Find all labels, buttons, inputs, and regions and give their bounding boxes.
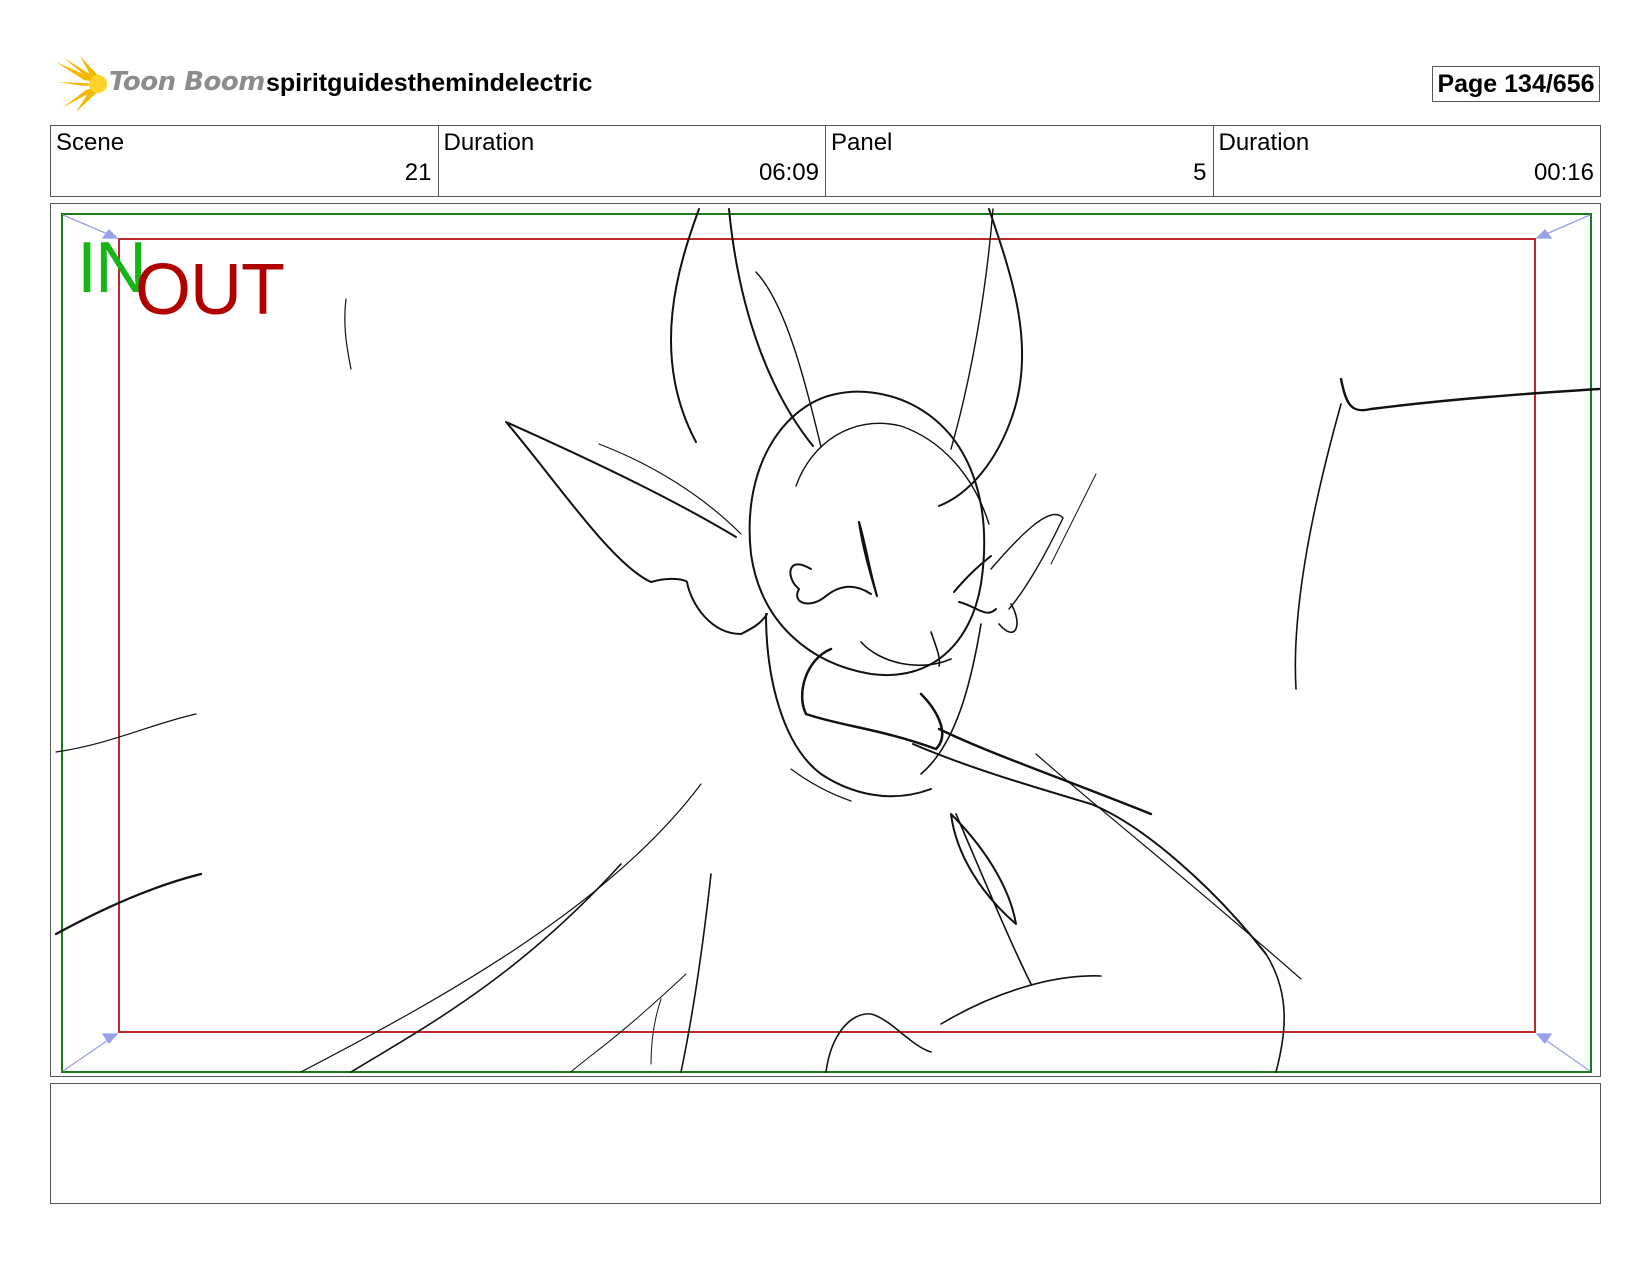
scene-cell: Scene 21 bbox=[51, 126, 439, 196]
scene-label: Scene bbox=[56, 129, 125, 156]
camera-move-arrows bbox=[62, 214, 1591, 1072]
scene-duration-value: 06:09 bbox=[758, 159, 819, 186]
panel-value: 5 bbox=[1193, 159, 1207, 186]
scene-value: 21 bbox=[404, 159, 432, 186]
out-camera-frame bbox=[118, 238, 1536, 1033]
panel-info-bar: Scene 21 Duration 06:09 Panel 5 Duration… bbox=[50, 125, 1601, 197]
project-title: spiritguidesthemindelectric bbox=[266, 69, 593, 97]
storyboard-panel: IN OUT bbox=[50, 203, 1601, 1077]
panel-cell: Panel 5 bbox=[826, 126, 1214, 196]
panel-sketch bbox=[54, 208, 1600, 1073]
panel-label: Panel bbox=[831, 129, 893, 156]
scene-duration-cell: Duration 06:09 bbox=[439, 126, 826, 196]
page-indicator: Page 134/656 bbox=[1432, 66, 1600, 102]
character-sketch bbox=[54, 208, 1600, 1073]
panel-duration-label: Duration bbox=[1218, 129, 1310, 156]
in-camera-frame bbox=[61, 213, 1592, 1073]
logo-text: Toon Boom bbox=[109, 67, 265, 97]
out-frame-label: OUT bbox=[135, 250, 285, 330]
scene-duration-label: Duration bbox=[443, 129, 535, 156]
panel-duration-cell: Duration 00:16 bbox=[1214, 126, 1601, 196]
panel-duration-value: 00:16 bbox=[1533, 159, 1594, 186]
panel-notes-box bbox=[50, 1083, 1601, 1204]
